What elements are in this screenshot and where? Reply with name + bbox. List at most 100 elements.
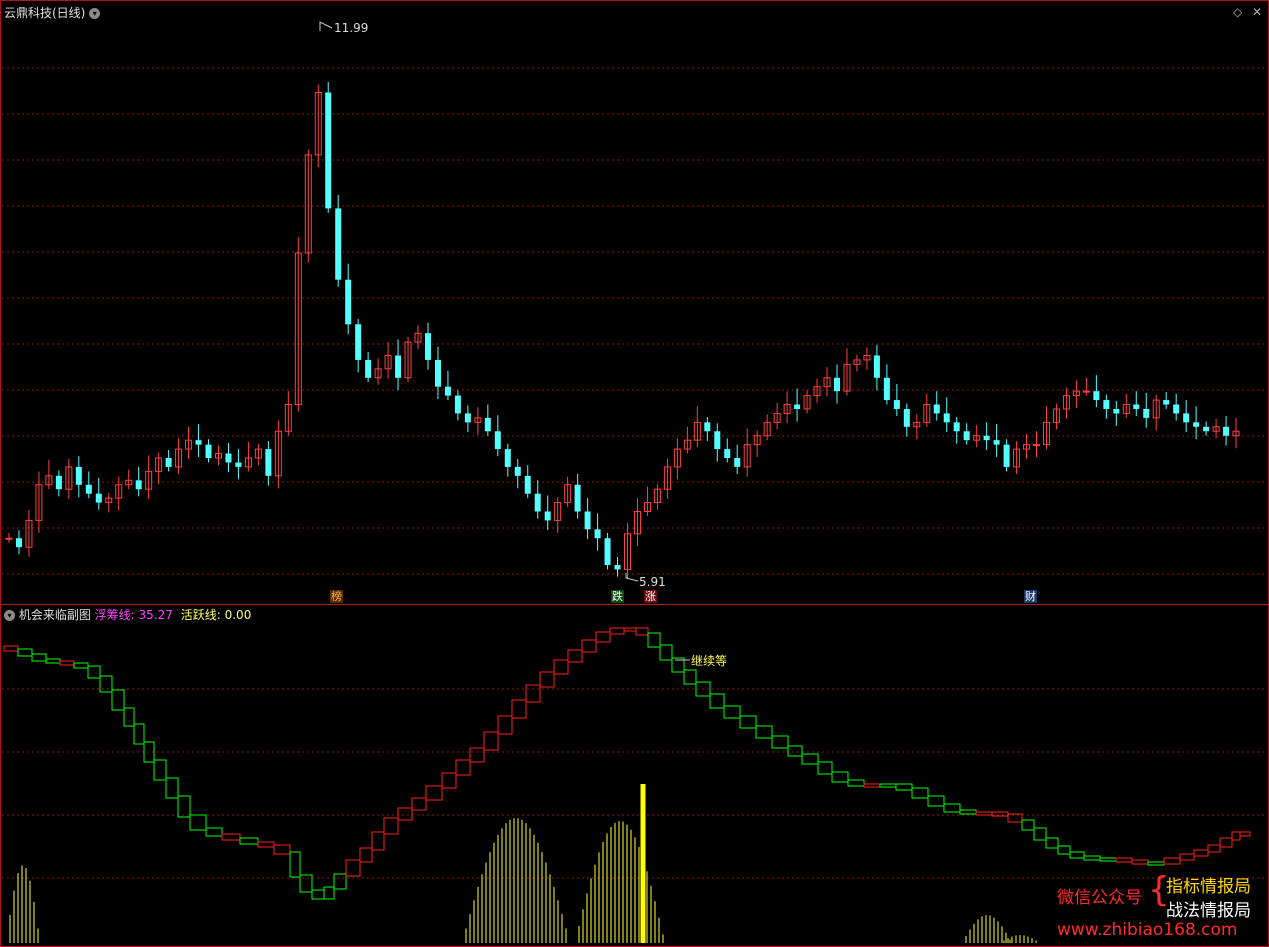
float-box <box>539 671 555 688</box>
float-box <box>623 627 637 632</box>
diamond-icon[interactable]: ◇ <box>1233 5 1242 19</box>
candle-body-down <box>953 422 960 432</box>
float-box <box>359 847 373 863</box>
float-box <box>959 809 977 815</box>
candle-body-down <box>943 413 950 423</box>
candle-body-down <box>833 377 840 392</box>
candle-body-down <box>1223 426 1230 436</box>
float-box <box>1147 861 1165 866</box>
float-box <box>1131 859 1149 865</box>
chart-frame <box>0 0 1269 947</box>
candle-body-down <box>1173 404 1180 414</box>
candle-body-down <box>235 462 242 467</box>
active-line-label: 活跃线: <box>180 608 221 622</box>
candle-body-down <box>714 431 721 450</box>
float-box <box>371 831 385 851</box>
marker-zhang[interactable]: 涨 <box>644 590 657 603</box>
float-box <box>345 859 361 877</box>
candle-body-down <box>434 359 441 387</box>
candle-body-down <box>614 564 621 570</box>
float-box <box>165 777 179 799</box>
candle-body-down <box>1193 422 1200 427</box>
float-box <box>189 814 207 831</box>
candle-body-down <box>494 431 501 450</box>
float-box <box>497 715 513 735</box>
float-box <box>911 787 929 799</box>
candle-body-down <box>873 355 880 378</box>
float-box <box>635 627 649 636</box>
candle-body-down <box>1003 444 1010 467</box>
float-box <box>177 795 191 818</box>
candle-body-down <box>584 511 591 530</box>
float-box <box>425 785 443 801</box>
candle-body-down <box>704 422 711 432</box>
watermark-name2: 战法情报局 <box>1166 901 1251 921</box>
candlestick-series[interactable] <box>5 81 1240 580</box>
active-line-value: 0.00 <box>224 608 252 622</box>
main-grid <box>2 67 1267 575</box>
float-box <box>709 693 725 709</box>
candle-body-down <box>903 408 910 427</box>
candle-body-up <box>1033 444 1041 447</box>
float-box <box>723 705 741 719</box>
candle-body-down <box>75 466 82 485</box>
float-box <box>1033 827 1047 841</box>
watermark-name1: 指标情报局 <box>1166 877 1251 897</box>
candle-body-down <box>325 92 332 209</box>
candle-body-down <box>734 458 741 467</box>
low-price-label: 5.91 <box>639 575 666 589</box>
candle-body-down <box>205 444 212 459</box>
main-header: 云鼎科技(日线) ▾ <box>4 4 101 21</box>
candle-body-down <box>265 449 272 476</box>
candle-body-down <box>444 386 451 396</box>
float-box <box>1021 819 1035 831</box>
float-box <box>221 833 241 841</box>
float-box <box>863 783 881 788</box>
float-box <box>1045 837 1059 849</box>
candle-body-down <box>225 453 232 463</box>
float-box <box>895 783 913 791</box>
candle-body-down <box>883 377 890 401</box>
float-box <box>1083 855 1101 861</box>
close-icon[interactable]: ✕ <box>1252 5 1262 19</box>
candle-body-down <box>514 466 521 476</box>
float-box <box>991 811 1009 817</box>
float-box <box>659 644 673 661</box>
float-box <box>3 645 19 652</box>
candle-body-down <box>95 493 102 503</box>
float-box <box>975 811 993 816</box>
high-price-label: 11.99 <box>334 21 369 35</box>
float-box <box>323 886 335 900</box>
float-box <box>239 837 259 845</box>
candle-body-down <box>993 440 1000 445</box>
float-box <box>511 699 527 719</box>
float-box <box>311 889 325 900</box>
chevron-down-icon[interactable]: ▾ <box>89 8 101 19</box>
float-box <box>333 873 347 890</box>
float-box <box>17 648 33 657</box>
chevron-down-icon[interactable]: ▾ <box>4 610 15 621</box>
candle-body-down <box>1113 408 1120 414</box>
candle-body-down <box>464 413 471 423</box>
candle-body-down <box>165 458 172 467</box>
float-box <box>31 653 47 662</box>
candle-body-down <box>85 484 92 494</box>
candle-body-down <box>983 435 990 441</box>
float-box <box>289 851 301 878</box>
marker-die[interactable]: 跌 <box>611 590 624 603</box>
float-box <box>99 675 113 693</box>
marker-bang[interactable]: 榜 <box>330 590 343 603</box>
candle-body-down <box>1093 391 1100 401</box>
float-box <box>1163 857 1181 865</box>
candle-body-down <box>395 355 402 378</box>
float-box <box>739 715 757 729</box>
marker-cai[interactable]: 财 <box>1024 590 1037 603</box>
float-box <box>927 795 945 807</box>
float-box <box>683 669 697 685</box>
float-line-label: 浮筹线: <box>94 608 135 622</box>
candle-body-down <box>1103 400 1110 409</box>
candle-body-down <box>604 538 611 565</box>
candle-body-down <box>1163 400 1170 405</box>
candle-body-down <box>1143 408 1150 418</box>
candle-body-down <box>135 480 142 490</box>
